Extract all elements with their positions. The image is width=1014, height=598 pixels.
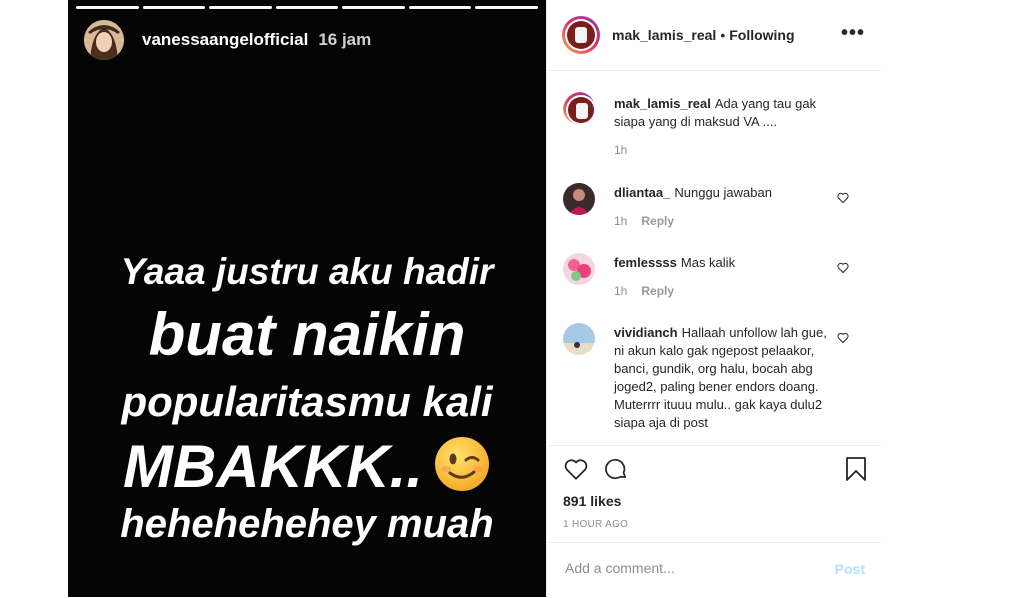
progress-segment bbox=[142, 6, 206, 9]
post-author-avatar[interactable] bbox=[562, 16, 600, 54]
following-button[interactable]: Following bbox=[729, 27, 794, 43]
comment-text: Hallaah unfollow lah gue, ni akun kalo g… bbox=[614, 325, 827, 430]
comment-time: 1h bbox=[614, 214, 628, 228]
separator-dot: • bbox=[720, 27, 726, 43]
story-text-line: popularitasmu kali bbox=[121, 378, 493, 425]
like-count[interactable]: 891 likes bbox=[563, 493, 621, 509]
progress-segment bbox=[408, 6, 472, 9]
caption-meta: 1h bbox=[614, 143, 863, 157]
comment-like-heart-icon[interactable] bbox=[837, 191, 849, 209]
comment-input[interactable] bbox=[563, 559, 817, 577]
comment-like-heart-icon[interactable] bbox=[837, 331, 849, 349]
ellipsis-icon[interactable]: ••• bbox=[841, 22, 865, 45]
comment-meta: 1h Reply bbox=[614, 214, 863, 228]
comment-icon[interactable] bbox=[603, 456, 629, 487]
post-author-username[interactable]: mak_lamis_real bbox=[612, 27, 716, 43]
add-comment-bar: Post bbox=[547, 542, 881, 598]
comment-username[interactable]: femlessss bbox=[614, 255, 677, 270]
comment-item: dliantaa_ Nunggu jawaban 1h Reply bbox=[563, 183, 863, 228]
post-comment-button[interactable]: Post bbox=[835, 561, 865, 577]
progress-segment bbox=[275, 6, 339, 9]
comments-list[interactable]: mak_lamis_real Ada yang tau gak siapa yan… bbox=[547, 71, 881, 446]
progress-segment bbox=[209, 6, 272, 9]
story-text-line-with-emoji: MBAKKK.. bbox=[68, 432, 546, 507]
story-text-line: Yaaa justru aku hadir bbox=[120, 251, 494, 292]
commenter-avatar[interactable] bbox=[563, 183, 595, 215]
comment-text: Nunggu jawaban bbox=[674, 185, 772, 200]
comment-item: vividianch Hallaah unfollow lah gue, ni a… bbox=[563, 323, 863, 432]
progress-segment bbox=[76, 6, 139, 9]
story-text-line: MBAKKK.. bbox=[123, 433, 423, 500]
comment-time: 1h bbox=[614, 284, 628, 298]
post-actions bbox=[563, 456, 867, 488]
reply-button[interactable]: Reply bbox=[641, 284, 674, 298]
story-timestamp: 16 jam bbox=[318, 30, 372, 49]
bookmark-icon[interactable] bbox=[845, 456, 867, 487]
story-username[interactable]: vanessaangelofficial bbox=[142, 30, 308, 50]
post-panel: mak_lamis_real • Following ••• mak_lamis… bbox=[546, 0, 881, 597]
progress-segment bbox=[342, 6, 405, 9]
post-header: mak_lamis_real • Following ••• bbox=[547, 0, 881, 71]
progress-segment bbox=[475, 6, 539, 9]
heart-icon[interactable] bbox=[563, 456, 589, 487]
comment-meta: 1h Reply bbox=[614, 284, 863, 298]
story-viewer[interactable]: vanessaangelofficial 16 jam Yaaa justru … bbox=[68, 0, 546, 597]
story-progress-bar bbox=[76, 6, 539, 9]
story-text-line: buat naikin bbox=[148, 301, 466, 368]
caption-username[interactable]: mak_lamis_real bbox=[614, 96, 711, 111]
caption: mak_lamis_real Ada yang tau gak siapa yan… bbox=[563, 92, 863, 157]
comment-like-heart-icon[interactable] bbox=[837, 261, 849, 279]
comment-username[interactable]: vividianch bbox=[614, 325, 678, 340]
post-time-ago: 1 HOUR AGO bbox=[563, 519, 629, 530]
story-header: vanessaangelofficial 16 jam bbox=[84, 20, 371, 60]
reply-button[interactable]: Reply bbox=[641, 214, 674, 228]
caption-avatar[interactable] bbox=[563, 92, 595, 124]
comment-item: femlessss Mas kalik 1h Reply bbox=[563, 253, 863, 298]
story-avatar[interactable] bbox=[84, 20, 124, 60]
winking-face-emoji-icon bbox=[433, 435, 491, 507]
comment-text: Mas kalik bbox=[680, 255, 736, 270]
comment-username[interactable]: dliantaa_ bbox=[614, 185, 670, 200]
commenter-avatar[interactable] bbox=[563, 323, 595, 355]
story-text-line: hehehehehey muah bbox=[120, 502, 494, 546]
caption-time: 1h bbox=[614, 143, 628, 157]
commenter-avatar[interactable] bbox=[563, 253, 595, 285]
